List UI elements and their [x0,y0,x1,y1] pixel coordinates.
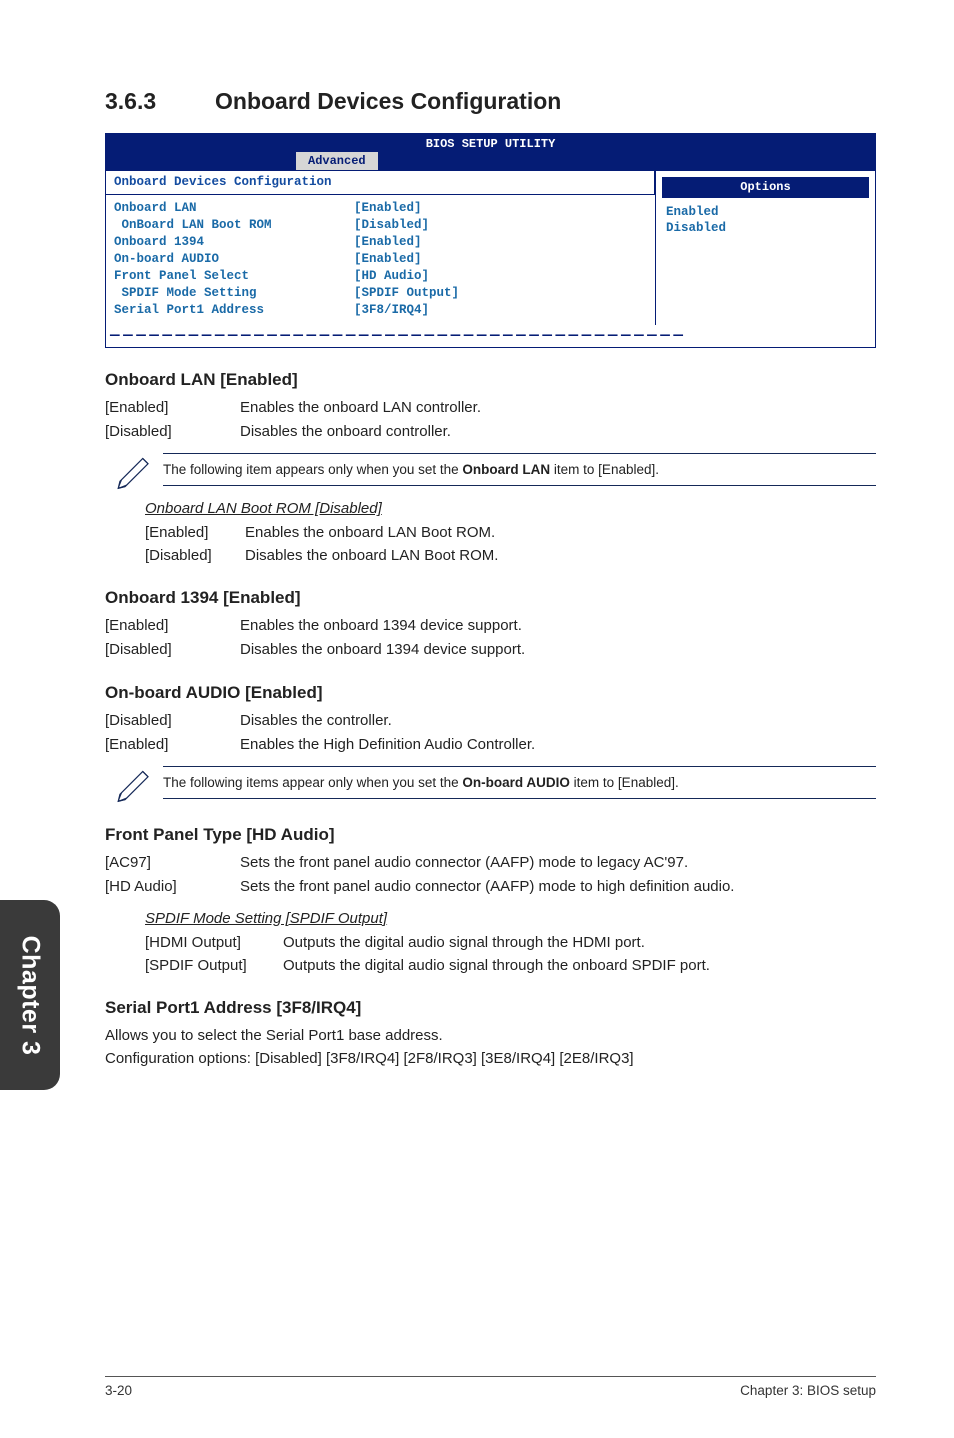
subsection-title: Onboard 1394 [Enabled] [105,588,876,608]
option-key: [Disabled] [145,545,245,566]
bios-divider: ————————————————————————————————————————… [106,325,875,347]
sub-setting-title: Onboard LAN Boot ROM [Disabled] [145,500,876,517]
paragraph: Allows you to select the Serial Port1 ba… [105,1025,876,1046]
option-key: [Disabled] [105,421,240,443]
option-desc: Enables the onboard LAN Boot ROM. [245,522,495,543]
note-icon [113,448,155,490]
divider [163,453,876,454]
option-desc: Disables the onboard LAN Boot ROM. [245,545,498,566]
bios-tabrow: Advanced [106,152,875,171]
page-number: 3-20 [105,1383,132,1398]
option-desc: Enables the onboard 1394 device support. [240,615,522,637]
option-desc: Disables the controller. [240,710,392,732]
footer-title: Chapter 3: BIOS setup [740,1383,876,1398]
divider [163,485,876,486]
option-key: [SPDIF Output] [145,955,283,976]
bios-row: Onboard 1394[Enabled] [114,234,647,251]
option-desc: Sets the front panel audio connector (AA… [240,852,688,874]
option-key: [HD Audio] [105,876,240,898]
option-key: [Enabled] [105,734,240,756]
section-title: Onboard Devices Configuration [215,88,561,114]
option-desc: Outputs the digital audio signal through… [283,932,645,953]
option-key: [HDMI Output] [145,932,283,953]
bios-option: Enabled [666,204,865,221]
bios-title: BIOS SETUP UTILITY [106,134,875,152]
option-desc: Enables the onboard LAN controller. [240,397,481,419]
option-desc: Enables the High Definition Audio Contro… [240,734,535,756]
bios-row: SPDIF Mode Setting[SPDIF Output] [114,285,647,302]
chapter-side-label: Chapter 3 [16,935,45,1055]
bios-row: On-board AUDIO[Enabled] [114,251,647,268]
sub-setting-title: SPDIF Mode Setting [SPDIF Output] [145,910,876,927]
bios-group-title: Onboard Devices Configuration [106,171,655,195]
divider [163,766,876,767]
option-desc: Sets the front panel audio connector (AA… [240,876,734,898]
bios-options-panel: Options Enabled Disabled [655,171,875,325]
option-desc: Disables the onboard controller. [240,421,451,443]
subsection-title: On-board AUDIO [Enabled] [105,683,876,703]
option-desc: Disables the onboard 1394 device support… [240,639,525,661]
bios-options-header: Options [662,177,869,197]
bios-row: Front Panel Select[HD Audio] [114,268,647,285]
note-text: The following item appears only when you… [163,462,876,477]
bios-tab-advanced: Advanced [296,152,378,170]
page-footer: 3-20 Chapter 3: BIOS setup [105,1376,876,1398]
option-key: [Disabled] [105,710,240,732]
subsection-title: Front Panel Type [HD Audio] [105,825,876,845]
paragraph: Configuration options: [Disabled] [3F8/I… [105,1048,876,1069]
option-key: [Disabled] [105,639,240,661]
chapter-side-tab: Chapter 3 [0,900,60,1090]
option-key: [AC97] [105,852,240,874]
bios-row: OnBoard LAN Boot ROM[Disabled] [114,217,647,234]
option-key: [Enabled] [105,397,240,419]
bios-option: Disabled [666,220,865,237]
subsection-title: Serial Port1 Address [3F8/IRQ4] [105,998,876,1018]
note-text: The following items appear only when you… [163,775,876,790]
bios-settings-list: Onboard LAN[Enabled] OnBoard LAN Boot RO… [106,195,655,325]
option-desc: Outputs the digital audio signal through… [283,955,710,976]
bios-panel: BIOS SETUP UTILITY Advanced Onboard Devi… [105,133,876,348]
note-icon [113,761,155,803]
divider [163,798,876,799]
bios-row: Serial Port1 Address[3F8/IRQ4] [114,302,647,319]
section-heading: 3.6.3Onboard Devices Configuration [105,88,876,115]
section-number: 3.6.3 [105,88,215,115]
option-key: [Enabled] [105,615,240,637]
option-key: [Enabled] [145,522,245,543]
bios-row: Onboard LAN[Enabled] [114,200,647,217]
subsection-title: Onboard LAN [Enabled] [105,370,876,390]
